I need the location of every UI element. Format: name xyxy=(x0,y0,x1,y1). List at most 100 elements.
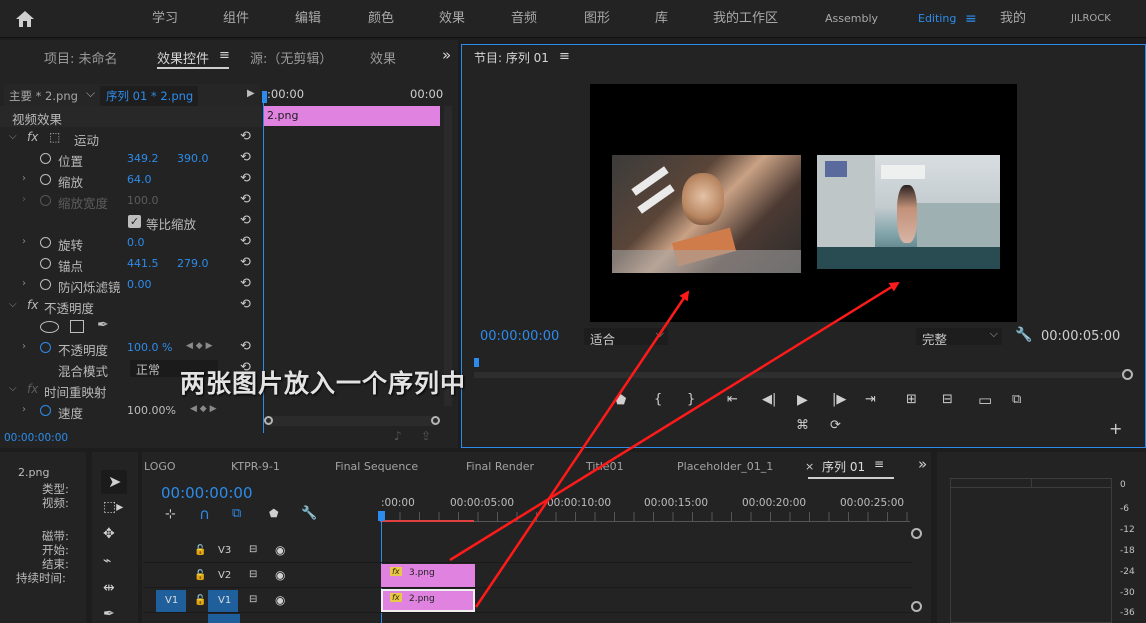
stopwatch-icon[interactable] xyxy=(40,174,51,185)
play-icon[interactable]: ▶ xyxy=(797,392,808,408)
stopwatch-icon[interactable] xyxy=(40,153,51,164)
rectangle-mask-icon[interactable] xyxy=(70,320,84,333)
scroll-handle-icon[interactable] xyxy=(911,528,922,539)
scroll-handle-icon[interactable] xyxy=(911,601,922,612)
tab-source[interactable]: 源:（无剪辑） xyxy=(250,48,332,67)
timeline-tab-logo[interactable]: LOGO xyxy=(144,460,176,473)
track-target-a1[interactable] xyxy=(208,614,240,623)
clip-2-png[interactable]: fx 2.png xyxy=(381,589,475,612)
mark-out-icon[interactable]: } xyxy=(687,392,695,407)
home-icon[interactable] xyxy=(15,10,35,28)
step-forward-icon[interactable]: |▶ xyxy=(832,392,846,407)
chevron-down-icon[interactable]: ⌵ xyxy=(86,86,95,101)
timeline-tab-title01[interactable]: Title01 xyxy=(586,460,624,473)
timeline-playhead-head[interactable] xyxy=(378,511,385,521)
opacity-row[interactable]: › 不透明度 100.0 % ◀ ◆ ▶ ⟲ xyxy=(0,337,262,358)
workspace-assembly[interactable]: Assembly xyxy=(825,0,878,38)
program-playhead-marker[interactable] xyxy=(474,358,479,367)
motion-row[interactable]: ⌵ fx ⬚ 运动 ⟲ xyxy=(0,127,262,148)
antiflicker-row[interactable]: › 防闪烁滤镜 0.00 ⟲ xyxy=(0,274,262,295)
stopwatch-icon[interactable] xyxy=(40,405,51,416)
more-tabs-icon[interactable]: » xyxy=(442,46,451,64)
rotation-row[interactable]: › 旋转 0.0 ⟲ xyxy=(0,232,262,253)
play-only-clip-icon[interactable]: ▶ xyxy=(247,88,255,99)
reset-icon[interactable]: ⟲ xyxy=(240,129,251,144)
workspace-my[interactable]: 我的 xyxy=(1000,0,1026,38)
pen-mask-icon[interactable]: ✒ xyxy=(97,317,109,333)
timeline-tab-ktpr[interactable]: KTPR-9-1 xyxy=(231,460,280,473)
reset-icon[interactable]: ⟲ xyxy=(240,339,251,354)
hamburger-icon[interactable]: ≡ xyxy=(965,0,977,38)
mark-in-icon[interactable]: { xyxy=(654,392,662,407)
workspace-assembly-cn[interactable]: 组件 xyxy=(223,0,249,38)
add-button-icon[interactable]: + xyxy=(1109,419,1122,438)
stopwatch-icon[interactable] xyxy=(40,279,51,290)
reset-icon[interactable]: ⟲ xyxy=(240,192,251,207)
comparison-view-icon[interactable]: ▭ xyxy=(978,391,992,409)
speed-row[interactable]: › 速度 100.00% ◀ ◆ ▶ xyxy=(0,400,262,421)
safe-margins-icon[interactable]: ⧉ xyxy=(1012,392,1021,407)
ec-playhead-head[interactable] xyxy=(262,91,267,103)
keyframe-nav-icon[interactable]: ◀ ◆ ▶ xyxy=(190,404,217,414)
proxy-toggle-icon[interactable]: ⟳ xyxy=(830,418,841,433)
checkbox-checked[interactable]: ✓ xyxy=(128,215,141,228)
stopwatch-icon[interactable] xyxy=(40,258,51,269)
track-select-icon[interactable]: ⬚▸ xyxy=(103,499,123,515)
workspace-color[interactable]: 颜色 xyxy=(368,0,394,38)
menu-icon[interactable]: ≡ xyxy=(874,457,884,471)
reset-icon[interactable]: ⟲ xyxy=(240,150,251,165)
selection-tool-icon[interactable]: ➤ xyxy=(108,472,121,491)
menu-icon[interactable]: ≡ xyxy=(219,48,230,63)
reset-icon[interactable]: ⟲ xyxy=(240,297,251,312)
sequence-clip-label[interactable]: 序列 01 * 2.png xyxy=(106,88,193,104)
tab-effect-controls[interactable]: 效果控件 xyxy=(157,48,209,67)
track-v1[interactable]: V1 🔓 V1 ⊟ ◉ xyxy=(143,589,913,613)
zoom-handle-icon[interactable] xyxy=(1122,369,1133,380)
master-clip-label[interactable]: 主要 * 2.png xyxy=(9,88,78,104)
stopwatch-icon[interactable] xyxy=(40,342,51,353)
workspace-edit[interactable]: 编辑 xyxy=(295,0,321,38)
clip-3-png[interactable]: fx 3.png xyxy=(381,564,475,587)
program-playhead-timecode[interactable]: 00:00:00:00 xyxy=(480,329,559,344)
lift-icon[interactable]: ⊞ xyxy=(906,392,917,407)
export-frame-icon[interactable]: ⌘ xyxy=(796,418,809,433)
extract-icon[interactable]: ⊟ xyxy=(942,392,953,407)
wrench-icon[interactable]: 🔧 xyxy=(1015,327,1032,343)
workspace-mine[interactable]: 我的工作区 xyxy=(713,0,778,38)
workspace-effects[interactable]: 效果 xyxy=(439,0,465,38)
scale-row[interactable]: › 缩放 64.0 ⟲ xyxy=(0,169,262,190)
close-icon[interactable]: × xyxy=(805,460,814,473)
program-canvas[interactable] xyxy=(590,84,1017,322)
snap-magnet-icon[interactable]: ∩ xyxy=(199,505,210,523)
workspace-learn[interactable]: 学习 xyxy=(152,0,178,38)
more-tabs-icon[interactable]: » xyxy=(918,455,927,473)
position-row[interactable]: 位置 349.2 390.0 ⟲ xyxy=(0,148,262,169)
ec-vertical-scrollbar[interactable] xyxy=(444,106,452,406)
go-to-out-icon[interactable]: ⇥ xyxy=(865,392,876,407)
go-to-in-icon[interactable]: ⇤ xyxy=(727,392,738,407)
ec-clip-bar[interactable]: 2.png xyxy=(264,106,440,126)
ec-horizontal-scrollbar[interactable] xyxy=(264,416,440,426)
workspace-editing[interactable]: Editing xyxy=(918,0,956,38)
add-marker-icon[interactable]: ⬟ xyxy=(269,507,279,520)
timeline-timecode[interactable]: 00:00:00:00 xyxy=(161,484,253,502)
timeline-tab-sequence01[interactable]: 序列 01 xyxy=(822,458,865,475)
opacity-section-row[interactable]: ⌵ fx 不透明度 ⟲ xyxy=(0,295,262,316)
workspace-audio[interactable]: 音频 xyxy=(511,0,537,38)
program-time-ruler[interactable] xyxy=(474,372,1126,378)
uniform-scale-row[interactable]: ✓ 等比缩放 ⟲ xyxy=(0,211,262,232)
insert-nest-icon[interactable]: ⊹ xyxy=(165,507,176,522)
ellipse-mask-icon[interactable] xyxy=(40,321,59,333)
timeline-tab-final-render[interactable]: Final Render xyxy=(466,460,534,473)
reset-icon[interactable]: ⟲ xyxy=(240,234,251,249)
audio-only-icon[interactable]: ♪ xyxy=(394,429,402,443)
workspace-jilrock[interactable]: JILROCK xyxy=(1071,0,1111,38)
workspace-library[interactable]: 库 xyxy=(655,0,668,38)
quality-dropdown[interactable]: 完整 ⌵ xyxy=(916,327,1002,347)
reset-icon[interactable]: ⟲ xyxy=(240,255,251,270)
add-marker-icon[interactable]: ⬟ xyxy=(615,393,626,408)
step-back-icon[interactable]: ◀| xyxy=(762,392,776,407)
timeline-tab-final-sequence[interactable]: Final Sequence xyxy=(335,460,418,473)
razor-icon[interactable]: ⌁ xyxy=(103,553,111,569)
fit-dropdown[interactable]: 适合 ⌵ xyxy=(584,327,668,347)
